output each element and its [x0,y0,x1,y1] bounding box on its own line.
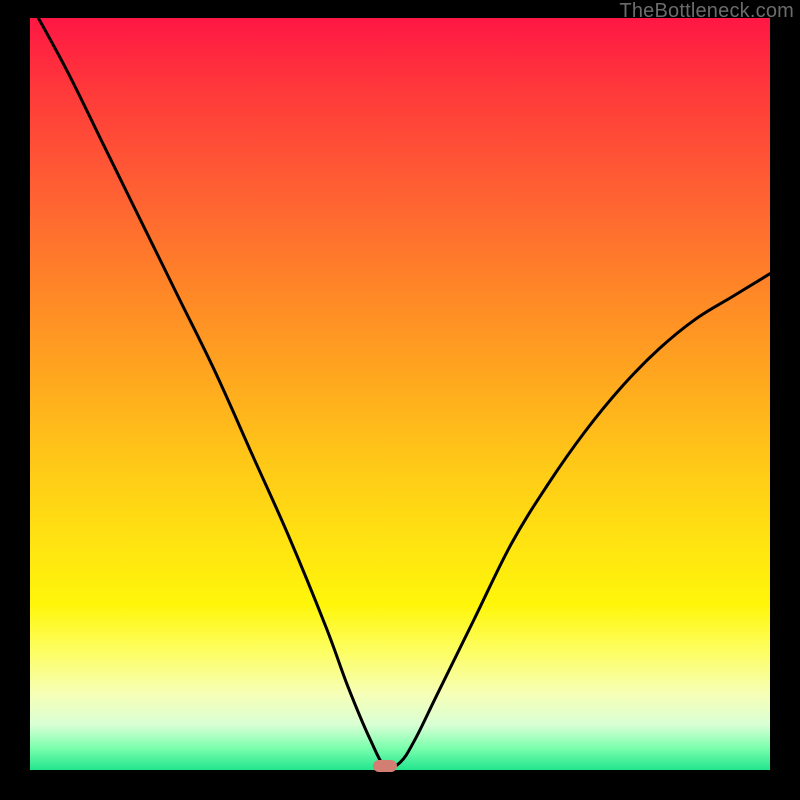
frame: TheBottleneck.com [0,0,800,800]
minimum-marker [373,760,397,772]
plot-area [30,18,770,770]
bottleneck-curve [30,18,770,770]
